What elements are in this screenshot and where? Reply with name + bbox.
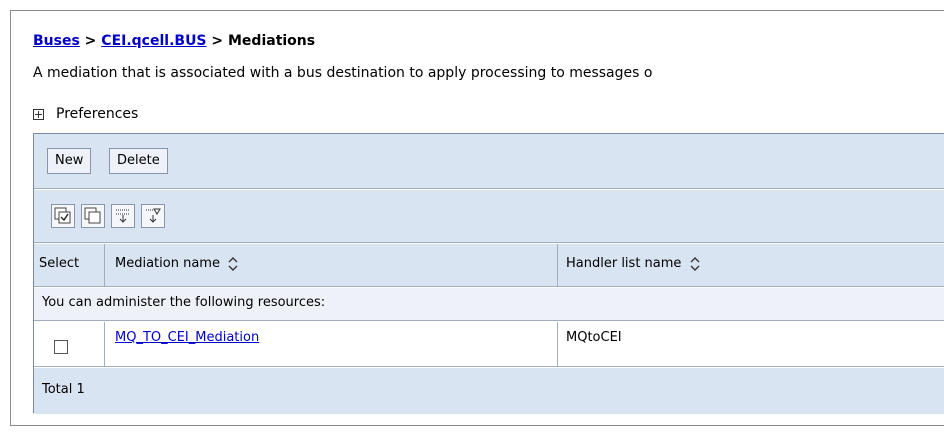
column-divider [557, 244, 558, 286]
column-header-label: Mediation name [115, 256, 220, 271]
table-footer-row: Total 1 [34, 368, 944, 414]
divider [34, 286, 944, 287]
select-all-button[interactable] [51, 204, 75, 228]
info-message-row: You can administer the following resourc… [34, 288, 944, 320]
sort-icon[interactable] [690, 256, 700, 271]
handler-list-name-cell: MQtoCEI [566, 330, 622, 345]
table-row: MQ_TO_CEI_Mediation MQtoCEI [34, 322, 944, 366]
action-toolbar: New Delete [34, 134, 944, 188]
preferences-label: Preferences [56, 106, 139, 122]
breadcrumb-separator: > [206, 33, 228, 49]
clear-filter-button[interactable] [141, 204, 165, 228]
preferences-toggle[interactable]: Preferences [33, 106, 138, 122]
column-header-mediation-name[interactable]: Mediation name [115, 256, 238, 271]
breadcrumb-current: Mediations [228, 33, 316, 49]
mediation-name-link[interactable]: MQ_TO_CEI_Mediation [115, 330, 259, 345]
divider [34, 320, 944, 321]
info-message: You can administer the following resourc… [42, 295, 326, 310]
column-divider [104, 244, 105, 286]
breadcrumb: Buses > CEI.qcell.BUS > Mediations [33, 33, 315, 49]
delete-button[interactable]: Delete [109, 148, 168, 174]
total-count: Total 1 [42, 382, 85, 397]
column-divider [557, 322, 558, 366]
breadcrumb-link-buses[interactable]: Buses [33, 33, 80, 49]
divider [34, 188, 944, 189]
new-button[interactable]: New [47, 148, 92, 174]
column-header-label: Handler list name [566, 256, 682, 271]
table-header-row: Select Mediation name Handler list name [34, 244, 944, 286]
page-description: A mediation that is associated with a bu… [33, 65, 653, 81]
breadcrumb-separator: > [79, 33, 102, 49]
show-filter-icon [116, 209, 130, 223]
select-all-icon [54, 207, 71, 224]
column-divider [104, 322, 105, 366]
expand-icon[interactable] [33, 108, 44, 120]
deselect-all-button[interactable] [81, 204, 105, 228]
collection-table-panel: New Delete Select Mediation name Handler… [33, 133, 944, 414]
sort-icon[interactable] [228, 256, 238, 271]
deselect-all-icon [84, 207, 101, 224]
show-filter-button[interactable] [111, 204, 135, 228]
clear-filter-icon [146, 208, 161, 223]
breadcrumb-link-bus[interactable]: CEI.qcell.BUS [101, 33, 206, 49]
divider [34, 242, 944, 243]
column-header-handler-list-name[interactable]: Handler list name [566, 256, 700, 271]
column-header-select: Select [39, 256, 80, 271]
table-tools-toolbar [34, 190, 944, 242]
divider [34, 366, 944, 367]
row-select-checkbox[interactable] [54, 340, 68, 354]
